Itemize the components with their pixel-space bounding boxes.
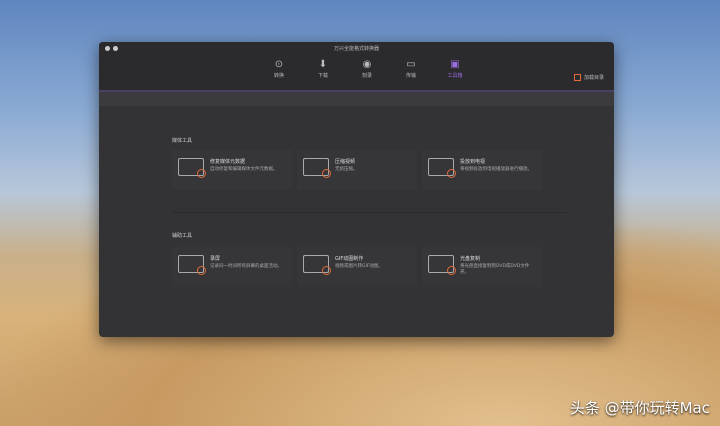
section-divider [172, 212, 567, 213]
tool-name: 投放到电视 [460, 159, 486, 165]
disc-icon: ◉ [362, 59, 372, 70]
output-dir-button[interactable]: 加载目录 [573, 74, 604, 81]
video-metadata-icon [178, 158, 206, 178]
tool-desc: 将光盘直接复制到DVD或DVD文件夹。 [460, 264, 530, 275]
tool-name: 光盘复制 [460, 256, 481, 262]
disc-copy-icon [428, 255, 456, 275]
tab-label: 刻录 [361, 73, 372, 79]
tool-desc: 自动修复和编辑媒体文件元数据。 [210, 167, 278, 172]
tool-desc: 无损压缩。 [335, 167, 358, 172]
gif-icon [303, 255, 331, 275]
watermark: 头条 @带你玩转Mac [569, 399, 710, 417]
output-dir-label: 加载目录 [583, 75, 604, 81]
cast-tv-icon [428, 158, 456, 178]
subbar [99, 92, 614, 106]
tool-gif-maker[interactable]: GIF动图制作视频或图片转GIF动图。 [297, 247, 417, 287]
tab-label: 工具箱 [447, 73, 463, 79]
app-window: 万兴全能格式转换器 ⊙ 转换 ⬇ 下载 ◉ 刻录 ▭ 传输 ▣ 工具箱 加载目录 媒体工具… [99, 42, 614, 337]
tab-download[interactable]: ⬇ 下载 [313, 58, 333, 79]
tool-cast-tv[interactable]: 投放到电视将视频投放到电视播放器进行播放。 [422, 150, 542, 190]
screen-record-icon [178, 255, 206, 275]
section-title: 媒体工具 [172, 138, 193, 144]
tab-toolbox[interactable]: ▣ 工具箱 [445, 58, 465, 79]
folder-icon [573, 74, 581, 81]
toolbox-icon: ▣ [450, 59, 460, 70]
tab-label: 下载 [317, 73, 328, 79]
tool-compress-video[interactable]: 压缩视频 无损压缩。 [297, 150, 417, 190]
tool-screen-record[interactable]: 录屏记录同一时间所有屏幕的桌面活动。 [172, 247, 292, 287]
download-icon: ⬇ [318, 59, 328, 70]
tool-fix-metadata[interactable]: 修复媒体元数据自动修复和编辑媒体文件元数据。 [172, 150, 292, 190]
section-title: 辅助工具 [172, 233, 193, 239]
tab-convert[interactable]: ⊙ 转换 [269, 58, 289, 79]
transfer-icon: ▭ [406, 59, 416, 70]
tab-label: 传输 [405, 73, 416, 79]
tool-name: 录屏 [210, 256, 221, 262]
toolbar: 万兴全能格式转换器 ⊙ 转换 ⬇ 下载 ◉ 刻录 ▭ 传输 ▣ 工具箱 加载目录 [99, 42, 614, 90]
tool-desc: 将视频投放到电视播放器进行播放。 [460, 167, 532, 172]
window-title: 万兴全能格式转换器 [333, 46, 379, 52]
tool-name: 压缩视频 [335, 159, 356, 165]
tool-name: GIF动图制作 [335, 256, 364, 262]
tool-name: 修复媒体元数据 [210, 159, 246, 165]
play-circle-icon: ⊙ [274, 59, 284, 70]
tool-desc: 视频或图片转GIF动图。 [335, 264, 383, 269]
tab-transfer[interactable]: ▭ 传输 [401, 58, 421, 79]
tool-disc-copy[interactable]: 光盘复制将光盘直接复制到DVD或DVD文件夹。 [422, 247, 542, 287]
compress-icon [303, 158, 331, 178]
tab-label: 转换 [273, 73, 284, 79]
tool-desc: 记录同一时间所有屏幕的桌面活动。 [210, 264, 282, 269]
tab-burn[interactable]: ◉ 刻录 [357, 58, 377, 79]
